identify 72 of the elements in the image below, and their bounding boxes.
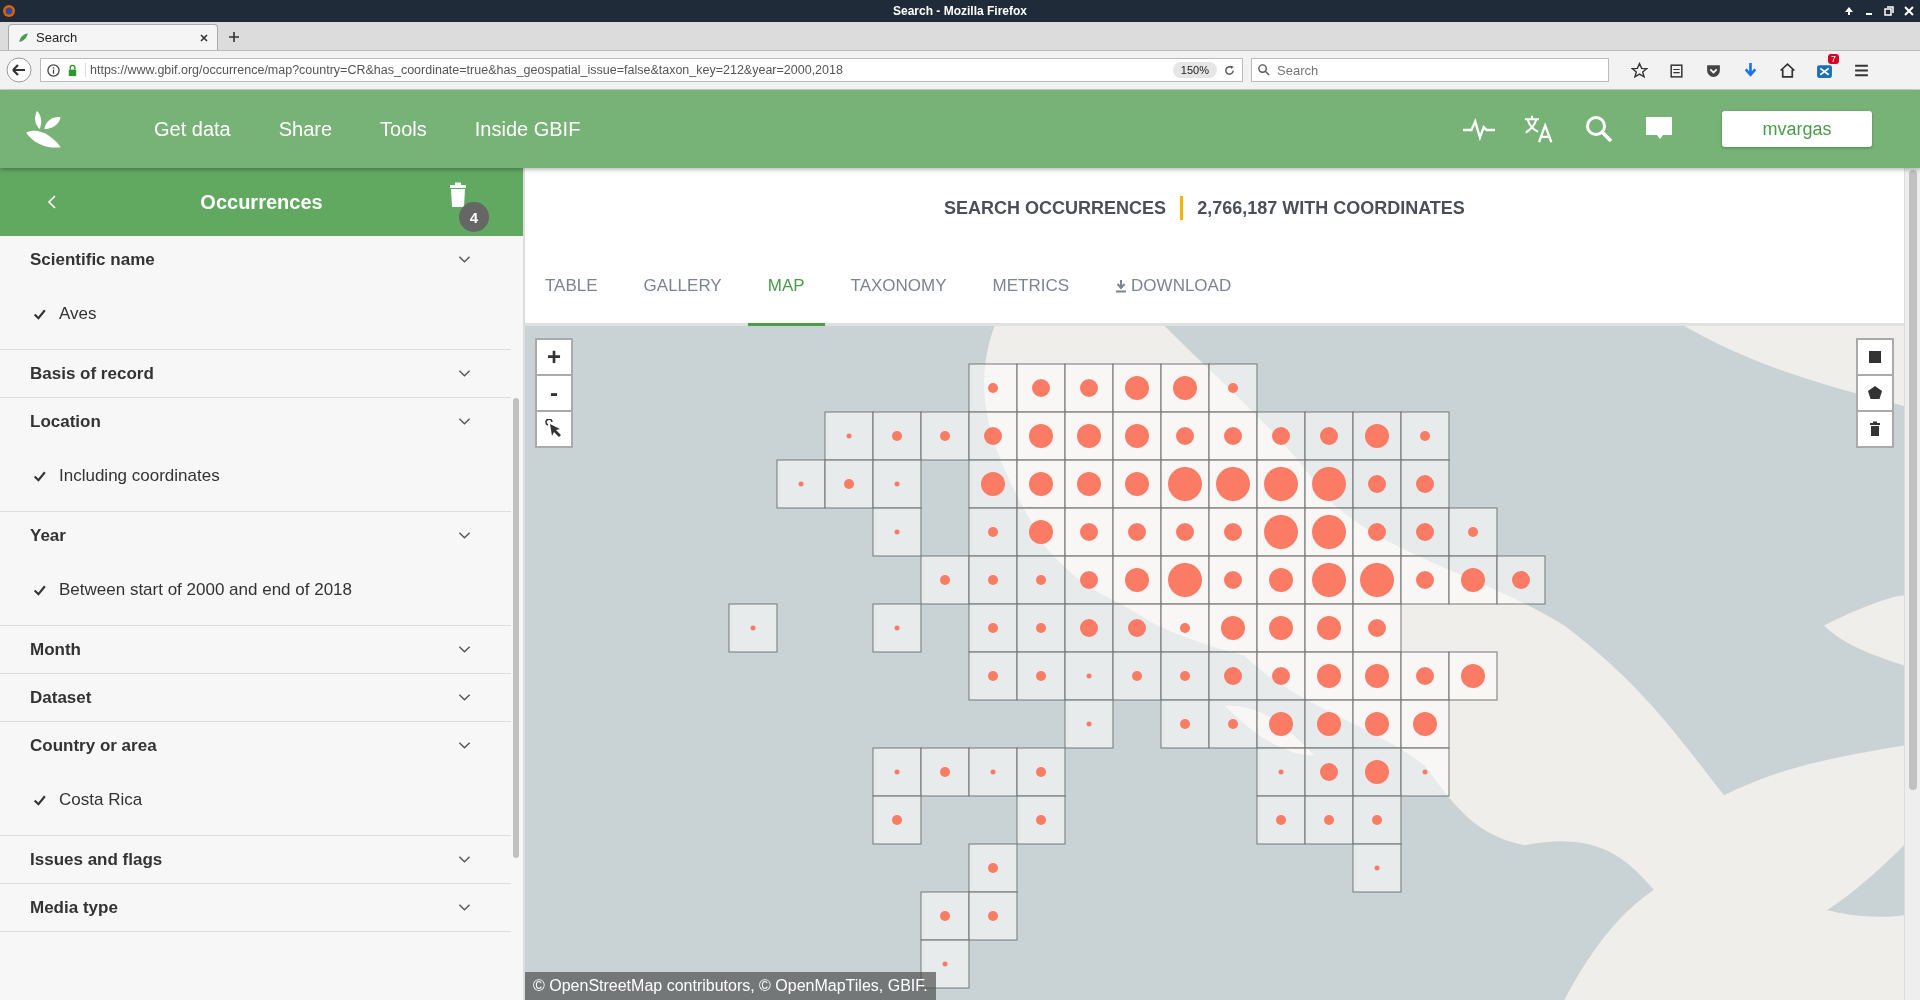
- filter-title: Dataset: [30, 687, 93, 708]
- leaf-icon: [17, 31, 30, 44]
- filter-header[interactable]: Location: [0, 398, 511, 445]
- chevron-down-icon: [458, 417, 471, 426]
- view-tab[interactable]: GALLERY: [623, 248, 742, 326]
- clipboard-icon[interactable]: [1668, 61, 1685, 79]
- chevron-down-icon: [458, 645, 471, 654]
- zoom-in-button[interactable]: +: [537, 340, 571, 374]
- window-title: Search - Mozilla Firefox: [893, 4, 1027, 18]
- view-tab[interactable]: DOWNLOAD: [1095, 248, 1252, 326]
- trash-icon[interactable]: [448, 182, 468, 208]
- filter-header[interactable]: Issues and flags: [0, 836, 511, 883]
- filter-value: Aves: [59, 304, 97, 324]
- filter-header[interactable]: Media type: [0, 884, 511, 931]
- chevron-down-icon: [458, 693, 471, 702]
- download-arrow-icon[interactable]: [1742, 61, 1759, 79]
- filter-header[interactable]: Scientific name: [0, 236, 511, 283]
- filter-header[interactable]: Country or area: [0, 722, 511, 769]
- polygon-tool-button[interactable]: [1858, 376, 1892, 410]
- filter-header[interactable]: Month: [0, 626, 511, 673]
- filter-value: Including coordinates: [59, 466, 220, 486]
- chevron-down-icon: [458, 531, 471, 540]
- filter-title: Month: [30, 639, 82, 660]
- filter-header[interactable]: Dataset: [0, 674, 511, 721]
- select-tool-button[interactable]: [537, 412, 571, 446]
- rectangle-tool-button[interactable]: [1858, 340, 1892, 374]
- chevron-down-icon: [458, 741, 471, 750]
- filter-value: Costa Rica: [59, 790, 143, 810]
- filter-header[interactable]: Basis of record: [0, 350, 511, 397]
- sidebar-title: Occurrences: [200, 190, 323, 214]
- home-icon[interactable]: [1779, 61, 1796, 79]
- search-field[interactable]: Search: [1251, 58, 1609, 82]
- filter-header[interactable]: Year: [0, 512, 511, 559]
- filter-title: Issues and flags: [30, 849, 164, 870]
- chevron-down-icon: [458, 255, 471, 264]
- filter-title: Location: [30, 411, 102, 432]
- star-icon[interactable]: [1631, 61, 1648, 79]
- download-icon: [1115, 278, 1128, 293]
- info-icon[interactable]: [47, 63, 60, 77]
- reload-icon[interactable]: [1223, 63, 1236, 77]
- view-tab[interactable]: TAXONOMY: [830, 248, 967, 326]
- filter-title: Scientific name: [30, 249, 156, 270]
- filter-title: Country or area: [30, 735, 158, 756]
- filter-count-badge: 4: [459, 202, 489, 232]
- chevron-down-icon: [458, 903, 471, 912]
- chevron-down-icon: [458, 369, 471, 378]
- cursor-icon: [544, 419, 564, 439]
- arrow-up-icon[interactable]: [1844, 6, 1854, 16]
- new-tab-icon[interactable]: [228, 31, 240, 43]
- scrollbar[interactable]: [1904, 168, 1920, 1000]
- map-attribution: © OpenStreetMap contributors, © OpenMapTiles, GBIF.: [525, 972, 936, 1000]
- chevron-down-icon: [458, 855, 471, 864]
- url-field[interactable]: https://www.gbif.org/occurrence/map?country=CR&has_coordinate=true&has_geospatial_issue=false&taxon_key=212&year=2000,2018 150%: [40, 58, 1243, 82]
- notification-badge: 7: [1828, 53, 1839, 64]
- filter-title: Basis of record: [30, 363, 155, 384]
- view-tab[interactable]: TABLE: [525, 248, 618, 326]
- occurrence-count: 2,766,187 WITH COORDINATES: [1197, 197, 1465, 219]
- filter-title: Year: [30, 525, 67, 546]
- tab-title: Search: [36, 30, 79, 45]
- chevron-left-icon[interactable]: [47, 194, 57, 210]
- page-heading: SEARCH OCCURRENCES: [944, 197, 1167, 219]
- filter-title: Media type: [30, 897, 119, 918]
- lock-icon: [66, 63, 79, 77]
- zoom-out-button[interactable]: -: [537, 376, 571, 410]
- view-tab[interactable]: METRICS: [972, 248, 1090, 326]
- url-text: https://www.gbif.org/occurrence/map?country=CR&has_coordinate=true&has_geospatial_issue=false&taxon_key=212&year=2000,2018: [85, 63, 1167, 77]
- restore-icon[interactable]: [1884, 6, 1894, 16]
- zoom-level[interactable]: 150%: [1172, 62, 1217, 78]
- close-icon[interactable]: [199, 32, 209, 43]
- delete-shape-button[interactable]: [1858, 412, 1892, 446]
- browser-tab[interactable]: Search: [8, 24, 218, 50]
- filter-value: Between start of 2000 and end of 2018: [59, 580, 352, 600]
